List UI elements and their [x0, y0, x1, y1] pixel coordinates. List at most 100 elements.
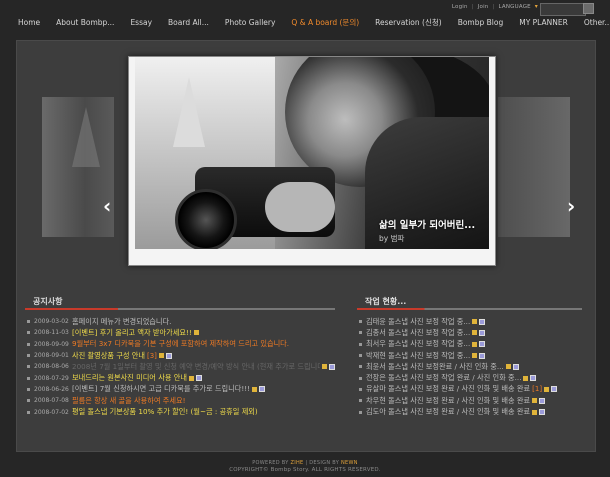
work-status-board: 작업 현황... 김태윤 돌스냅 사진 보정 작업 중... 김종서 돌스냅 사진…	[357, 296, 582, 418]
chevron-down-icon[interactable]: ▾	[535, 3, 538, 10]
notice-link[interactable]: [이벤트] 후기 올리고 액자 받아가세요!!	[72, 328, 192, 338]
work-status-row[interactable]: 유살마 돌스냅 사진 보정 완료 / 사진 인화 및 배송 완료 [1]	[357, 384, 582, 395]
notice-link[interactable]: 평일 돌스냅 기본상품 10% 추가 할인! (월~금 : 공휴일 제외)	[72, 407, 258, 417]
notice-date: 2008-07-29	[34, 374, 69, 382]
work-status-link[interactable]: 김종서 돌스냅 사진 보정 작업 중...	[366, 328, 470, 338]
separator: |	[492, 4, 495, 10]
notice-row[interactable]: 2009-03-02 홈페이지 메뉴가 변경되었습니다.	[25, 316, 335, 327]
nav-item[interactable]: MY PLANNER	[511, 18, 576, 27]
notice-row[interactable]: 2008-06-26 [이벤트] 7월 신청하시면 고급 디카북를 추가로 드립니…	[25, 384, 335, 395]
nav-item[interactable]: Other...	[576, 18, 610, 27]
new-icon	[472, 341, 478, 347]
photo-slider: 삶의 일부가 되어버린... by 범파 ‹ ›	[42, 56, 575, 268]
notice-row[interactable]: 2008-07-08 필름은 항상 새 골을 사용하여 주세요!	[25, 395, 335, 406]
notice-row[interactable]: 2008-09-01 사진 촬영상품 구성 안내 [3]	[25, 350, 335, 361]
work-status-row[interactable]: 차우현 돌스냅 사진 보정 완료 / 사진 인화 및 배송 완료	[357, 395, 582, 406]
main-panel: 삶의 일부가 되어버린... by 범파 ‹ › 공지사항 2009-03-02…	[16, 40, 596, 452]
notice-date: 2008-07-08	[34, 397, 69, 405]
notice-link[interactable]: 2008년 7월 1일부터 촬영 및 신청 예약 변경/예약 방식 안내 (현재…	[72, 362, 320, 372]
notice-title[interactable]: 공지사항	[25, 296, 335, 308]
notice-row[interactable]: 2008-07-29 보내드리는 원본사진 미디어 사용 안내	[25, 372, 335, 383]
work-status-link[interactable]: 차우현 돌스냅 사진 보정 완료 / 사진 인화 및 배송 완료	[366, 396, 530, 406]
bullet-icon	[359, 399, 362, 403]
notice-date: 2008-11-03	[34, 329, 69, 337]
bullet-icon	[27, 376, 30, 380]
work-status-link[interactable]: 김도아 돌스냅 사진 보정 완료 / 사진 인화 및 배송 완료	[366, 407, 530, 417]
bullet-icon	[27, 320, 30, 324]
design-by-name[interactable]: NEWN	[341, 460, 358, 466]
work-status-row[interactable]: 김태윤 돌스냅 사진 보정 작업 중...	[357, 316, 582, 327]
work-status-row[interactable]: 김도아 돌스냅 사진 보정 완료 / 사진 인화 및 배송 완료	[357, 406, 582, 417]
new-icon	[523, 375, 529, 381]
new-icon	[158, 353, 164, 359]
work-status-link[interactable]: 최윤서 돌스냅 사진 보정완료 / 사진 인화 중...	[366, 362, 504, 372]
new-icon	[252, 386, 258, 392]
separator: |	[305, 460, 308, 466]
main-nav: Home About Bombp... Essay Board All... Photo…	[10, 14, 610, 30]
nav-item[interactable]: Board All...	[160, 18, 217, 27]
bullet-icon	[359, 376, 362, 380]
work-status-row[interactable]: 김종서 돌스냅 사진 보정 작업 중...	[357, 327, 582, 338]
work-status-row[interactable]: 전장은 돌스냅 사진 보정 작업 완료 / 사진 인화 중...	[357, 372, 582, 383]
new-icon	[193, 330, 199, 336]
bullet-icon	[359, 410, 362, 414]
work-status-title[interactable]: 작업 현황...	[357, 296, 582, 308]
nav-item[interactable]: Essay	[122, 18, 160, 27]
language-link[interactable]: LANGUAGE	[498, 4, 530, 10]
nav-item[interactable]: About Bombp...	[48, 18, 122, 27]
work-status-link[interactable]: 전장은 돌스냅 사진 보정 작업 완료 / 사진 인화 중...	[366, 373, 521, 383]
photo-icon	[512, 363, 519, 370]
nav-item[interactable]: Bombp Blog	[450, 18, 512, 27]
work-status-row[interactable]: 최윤서 돌스냅 사진 보정완료 / 사진 인화 중...	[357, 361, 582, 372]
bullet-icon	[27, 387, 30, 391]
photo-tree	[173, 77, 205, 147]
slide-photo[interactable]: 삶의 일부가 되어버린... by 범파	[135, 57, 489, 249]
photo-icon	[479, 318, 486, 325]
login-link[interactable]: Login	[452, 4, 468, 10]
design-by-label: DESIGN BY	[309, 460, 340, 466]
work-status-link[interactable]: 최서우 돌스냅 사진 보정 작업 중...	[366, 339, 470, 349]
bullet-icon	[359, 320, 362, 324]
notice-date: 2008-09-09	[34, 340, 69, 348]
search-button[interactable]	[583, 3, 594, 14]
photo-hand	[265, 182, 335, 232]
chevron-right-icon[interactable]: ›	[567, 196, 575, 216]
new-icon	[472, 319, 478, 325]
nav-item[interactable]: Photo Gallery	[217, 18, 284, 27]
next-slide-preview[interactable]	[498, 97, 570, 237]
work-status-link[interactable]: 박재현 돌스냅 사진 보정 작업 중...	[366, 351, 470, 361]
new-icon	[322, 364, 327, 370]
notice-link[interactable]: 필름은 항상 새 골을 사용하여 주세요!	[72, 396, 186, 406]
notice-link[interactable]: 보내드리는 원본사진 미디어 사용 안내	[72, 373, 187, 383]
notice-row[interactable]: 2008-08-06 2008년 7월 1일부터 촬영 및 신청 예약 변경/예약…	[25, 361, 335, 372]
notice-link[interactable]: 9월부터 3x7 디카북을 기본 구성에 포함하여 제작하여 드리고 있습니다.	[72, 339, 289, 349]
notice-row[interactable]: 2008-09-09 9월부터 3x7 디카북을 기본 구성에 포함하여 제작하여…	[25, 339, 335, 350]
notice-link[interactable]: 홈페이지 메뉴가 변경되었습니다.	[72, 317, 171, 327]
work-status-link[interactable]: 김태윤 돌스냅 사진 보정 작업 중...	[366, 317, 470, 327]
photo-icon	[195, 375, 202, 382]
powered-by-label: POWERED BY	[252, 460, 289, 466]
notice-row[interactable]: 2008-11-03 [이벤트] 후기 올리고 액자 받아가세요!!	[25, 327, 335, 338]
work-status-link[interactable]: 유살마 돌스냅 사진 보정 완료 / 사진 인화 및 배송 완료	[366, 384, 530, 394]
photo-icon	[530, 375, 537, 382]
bullet-icon	[27, 331, 30, 335]
work-status-row[interactable]: 최서우 돌스냅 사진 보정 작업 중...	[357, 339, 582, 350]
photo-icon	[479, 341, 486, 348]
footer-copyright: COPYRIGHT© Bombp Story. ALL RIGHTS RESER…	[229, 467, 381, 473]
nav-item[interactable]: Reservation (신청)	[367, 17, 450, 28]
nav-item[interactable]: Home	[10, 18, 48, 27]
notice-row[interactable]: 2008-07-02 평일 돌스냅 기본상품 10% 추가 할인! (월~금 : …	[25, 406, 335, 417]
notice-link[interactable]: [이벤트] 7월 신청하시면 고급 디카북를 추가로 드립니다!!!	[72, 384, 250, 394]
join-link[interactable]: Join	[478, 4, 489, 10]
photo-lens	[175, 189, 237, 249]
work-status-list: 김태윤 돌스냅 사진 보정 작업 중... 김종서 돌스냅 사진 보정 작업 중.…	[357, 316, 582, 418]
chevron-left-icon[interactable]: ‹	[103, 196, 111, 216]
footer-credits: POWERED BY ZIHE | DESIGN BY NEWN	[0, 460, 610, 466]
work-status-row[interactable]: 박재현 돌스냅 사진 보정 작업 중...	[357, 350, 582, 361]
new-icon	[472, 330, 478, 336]
powered-by-name[interactable]: ZIHE	[290, 460, 303, 466]
work-status-divider	[357, 308, 582, 310]
bullet-icon	[359, 387, 362, 391]
nav-item[interactable]: Q & A board (문의)	[283, 17, 367, 28]
notice-link[interactable]: 사진 촬영상품 구성 안내	[72, 351, 145, 361]
